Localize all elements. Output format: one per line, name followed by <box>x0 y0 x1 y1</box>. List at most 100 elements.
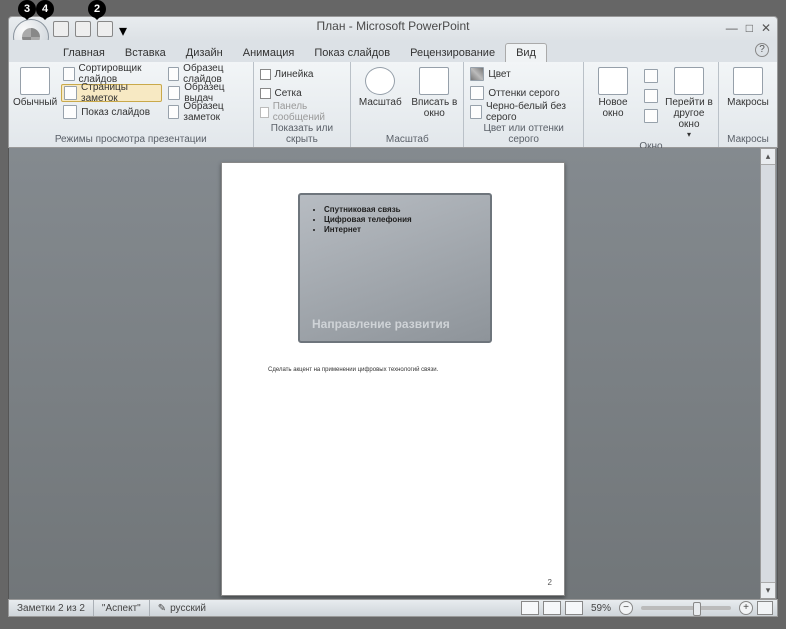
grid-checkbox[interactable]: Сетка <box>258 84 347 102</box>
callout-3: 3 <box>18 0 36 18</box>
grayscale-icon <box>470 86 484 100</box>
new-window-button[interactable]: Новое окно <box>588 65 638 139</box>
tab-view[interactable]: Вид <box>505 43 547 62</box>
zoom-label: Масштаб <box>359 97 402 108</box>
status-page-info[interactable]: Заметки 2 из 2 <box>9 600 94 616</box>
grayscale-button[interactable]: Оттенки серого <box>468 84 579 102</box>
normal-view-label: Обычный <box>13 97 57 108</box>
group-window: Новое окно Перейти в другое окно▾ Окно <box>584 62 719 147</box>
group-macros-label: Макросы <box>723 132 773 147</box>
help-icon[interactable]: ? <box>755 43 769 57</box>
switch-window-label: Перейти в другое окно <box>664 97 714 130</box>
black-white-button[interactable]: Черно-белый без серого <box>468 103 579 121</box>
color-label: Цвет <box>488 69 510 80</box>
arrange-all-button[interactable] <box>642 67 660 85</box>
normal-view-icon <box>20 67 50 95</box>
view-normal-button[interactable] <box>521 601 539 615</box>
macros-button[interactable]: Макросы <box>723 65 773 108</box>
fit-window-label: Вписать в окно <box>409 97 459 119</box>
bullet-item: Интернет <box>324 225 478 234</box>
black-white-icon <box>470 105 482 119</box>
group-show-label: Показать или скрыть <box>258 121 347 147</box>
scroll-down-arrow-icon[interactable]: ▾ <box>761 582 775 598</box>
fit-window-button[interactable]: Вписать в окно <box>409 65 459 119</box>
slideshow-label: Показ слайдов <box>81 107 150 118</box>
slide-sorter-icon <box>63 67 74 81</box>
zoom-in-button[interactable]: + <box>739 601 753 615</box>
callout-4: 4 <box>36 0 54 18</box>
scroll-up-arrow-icon[interactable]: ▴ <box>761 149 775 165</box>
group-show-hide: Линейка Сетка Панель сообщений Показать … <box>254 62 352 147</box>
group-presentation-views: Обычный Сортировщик слайдов Страницы зам… <box>9 62 254 147</box>
zoom-slider[interactable] <box>641 606 731 610</box>
notes-page[interactable]: Спутниковая связь Цифровая телефония Инт… <box>221 162 565 596</box>
ribbon-tabs: Главная Вставка Дизайн Анимация Показ сл… <box>8 40 778 62</box>
message-bar-checkbox[interactable]: Панель сообщений <box>258 103 347 121</box>
vertical-scrollbar[interactable]: ▴ ▾ <box>760 148 776 599</box>
notes-master-label: Образец заметок <box>183 101 246 123</box>
tab-slideshow[interactable]: Показ слайдов <box>304 44 400 62</box>
cascade-button[interactable] <box>642 87 660 105</box>
spellcheck-icon: ✎ <box>158 603 166 614</box>
switch-window-icon <box>674 67 704 95</box>
restore-button[interactable]: □ <box>746 21 753 35</box>
slide-sorter-button[interactable]: Сортировщик слайдов <box>61 65 162 83</box>
normal-view-button[interactable]: Обычный <box>13 65 57 121</box>
status-language-label: русский <box>170 603 206 614</box>
color-button[interactable]: Цвет <box>468 65 579 83</box>
slide-master-button[interactable]: Образец слайдов <box>166 65 249 83</box>
zoom-percent[interactable]: 59% <box>591 603 611 614</box>
status-language[interactable]: ✎ русский <box>150 600 214 616</box>
grid-label: Сетка <box>275 88 302 99</box>
tab-home[interactable]: Главная <box>53 44 115 62</box>
status-right: 59% − + <box>517 601 777 615</box>
view-slideshow-button[interactable] <box>565 601 583 615</box>
page-number: 2 <box>548 578 552 587</box>
zoom-button[interactable]: Масштаб <box>355 65 405 119</box>
ruler-checkbox[interactable]: Линейка <box>258 65 347 83</box>
slide-title: Направление развития <box>312 317 450 331</box>
ribbon: Обычный Сортировщик слайдов Страницы зам… <box>8 62 778 148</box>
group-macros: Макросы Макросы <box>719 62 777 147</box>
status-theme[interactable]: "Аспект" <box>94 600 150 616</box>
fit-to-window-button[interactable] <box>757 601 773 615</box>
notes-page-button[interactable]: Страницы заметок <box>61 84 162 102</box>
zoom-icon <box>365 67 395 95</box>
message-bar-label: Панель сообщений <box>273 101 345 123</box>
group-color-label: Цвет или оттенки серого <box>468 121 579 147</box>
notes-master-button[interactable]: Образец заметок <box>166 103 249 121</box>
handout-master-icon <box>168 86 180 100</box>
chevron-down-icon: ▾ <box>687 130 691 139</box>
macros-icon <box>733 67 763 95</box>
slide-bullets: Спутниковая связь Цифровая телефония Инт… <box>312 205 478 234</box>
split-icon <box>644 109 658 123</box>
checkbox-icon <box>260 88 271 99</box>
close-button[interactable]: ✕ <box>761 21 771 35</box>
slideshow-button[interactable]: Показ слайдов <box>61 103 162 121</box>
slideshow-icon <box>63 105 77 119</box>
fit-window-icon <box>419 67 449 95</box>
app-title: План - Microsoft PowerPoint <box>9 19 777 33</box>
tab-design[interactable]: Дизайн <box>176 44 233 62</box>
document-area[interactable]: Спутниковая связь Цифровая телефония Инт… <box>8 148 778 599</box>
new-window-icon <box>598 67 628 95</box>
notes-text[interactable]: Сделать акцент на применении цифровых те… <box>268 367 438 373</box>
switch-window-button[interactable]: Перейти в другое окно▾ <box>664 65 714 139</box>
slide-master-icon <box>168 67 179 81</box>
arrange-icon <box>644 69 658 83</box>
slide-thumbnail[interactable]: Спутниковая связь Цифровая телефония Инт… <box>298 193 492 343</box>
bullet-item: Спутниковая связь <box>324 205 478 214</box>
tab-animation[interactable]: Анимация <box>233 44 305 62</box>
zoom-out-button[interactable]: − <box>619 601 633 615</box>
view-sorter-button[interactable] <box>543 601 561 615</box>
minimize-button[interactable]: — <box>726 21 738 35</box>
black-white-label: Черно-белый без серого <box>486 101 577 123</box>
tab-review[interactable]: Рецензирование <box>400 44 505 62</box>
macros-label: Макросы <box>727 97 769 108</box>
tab-insert[interactable]: Вставка <box>115 44 176 62</box>
ruler-label: Линейка <box>275 69 314 80</box>
move-split-button[interactable] <box>642 107 660 125</box>
group-zoom-label: Масштаб <box>355 132 459 147</box>
handout-master-button[interactable]: Образец выдач <box>166 84 249 102</box>
checkbox-icon <box>260 69 271 80</box>
